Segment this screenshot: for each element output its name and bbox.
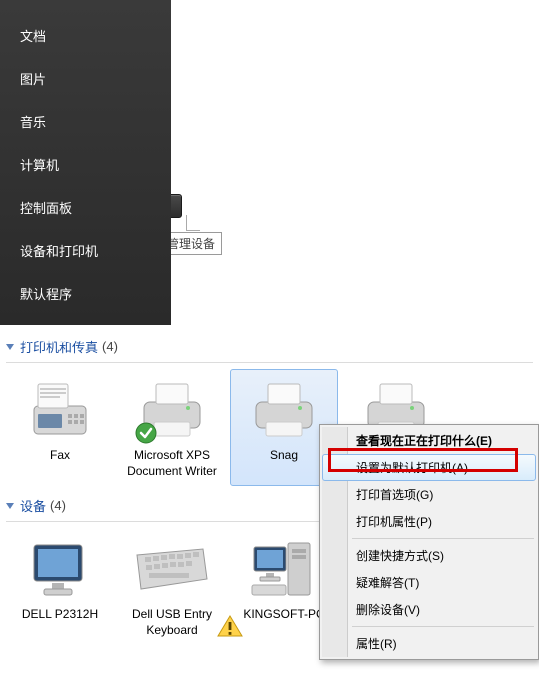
menu-label: 文档 <box>20 26 46 45</box>
menu-label: 默认程序 <box>20 284 72 303</box>
menu-control-panel[interactable]: 控制面板 <box>0 188 171 227</box>
start-menu-panel: 文档 图片 音乐 计算机 控制面板 设备和打印机 默认程序 帮助和支持 <box>0 0 171 325</box>
annotation-highlight-set-default <box>328 448 518 472</box>
context-menu-separator <box>352 626 534 627</box>
menu-music[interactable]: 音乐 <box>0 102 171 141</box>
category-label: 设备 <box>20 496 46 515</box>
warning-badge-icon <box>216 614 244 638</box>
menu-label: 图片 <box>20 69 46 88</box>
device-monitor[interactable]: DELL P2312H <box>6 528 114 645</box>
cm-printer-properties[interactable]: 打印机属性(P) <box>322 508 536 535</box>
device-label: KINGSOFT-PC <box>243 607 324 623</box>
menu-devices-printers[interactable]: 设备和打印机 <box>0 231 171 270</box>
cm-printing-preferences[interactable]: 打印首选项(G) <box>322 481 536 508</box>
context-menu-separator <box>352 538 534 539</box>
device-keyboard[interactable]: Dell USB Entry Keyboard <box>118 528 226 645</box>
cm-label: 疑难解答(T) <box>356 576 419 590</box>
keyboard-icon <box>133 533 211 605</box>
device-label: DELL P2312H <box>22 607 98 623</box>
cm-label: 打印机属性(P) <box>356 515 432 529</box>
annotation-line <box>186 215 200 231</box>
menu-label: 音乐 <box>20 112 46 131</box>
category-count: (4) <box>50 498 66 513</box>
menu-computer[interactable]: 计算机 <box>0 145 171 184</box>
menu-documents[interactable]: 文档 <box>0 16 171 55</box>
computer-icon <box>245 533 323 605</box>
device-xps-writer[interactable]: Microsoft XPS Document Writer <box>118 369 226 486</box>
menu-default-programs[interactable]: 默认程序 <box>0 274 171 313</box>
cm-label: 创建快捷方式(S) <box>356 549 444 563</box>
fax-icon <box>21 374 99 446</box>
device-label: Microsoft XPS Document Writer <box>121 448 223 479</box>
chevron-down-icon <box>6 503 14 509</box>
cm-remove-device[interactable]: 删除设备(V) <box>322 596 536 623</box>
monitor-icon <box>21 533 99 605</box>
cm-label: 删除设备(V) <box>356 603 420 617</box>
printer-icon <box>245 374 323 446</box>
printer-icon <box>133 374 211 446</box>
device-label: Dell USB Entry Keyboard <box>121 607 223 638</box>
menu-label: 设备和打印机 <box>20 241 98 260</box>
cm-troubleshoot[interactable]: 疑难解答(T) <box>322 569 536 596</box>
cm-properties[interactable]: 属性(R) <box>322 630 536 657</box>
cm-label: 属性(R) <box>356 637 397 651</box>
menu-label: 计算机 <box>20 155 59 174</box>
menu-help-support[interactable]: 帮助和支持 <box>0 317 171 356</box>
cm-create-shortcut[interactable]: 创建快捷方式(S) <box>322 542 536 569</box>
device-label: Fax <box>50 448 70 464</box>
cm-label: 打印首选项(G) <box>356 488 433 502</box>
menu-pictures[interactable]: 图片 <box>0 59 171 98</box>
device-fax[interactable]: Fax <box>6 369 114 486</box>
device-label: Snag <box>270 448 298 464</box>
menu-label: 帮助和支持 <box>20 327 85 346</box>
cm-label: 查看现在正在打印什么(E) <box>356 434 492 448</box>
menu-label: 控制面板 <box>20 198 72 217</box>
checkmark-badge-icon <box>135 422 157 444</box>
